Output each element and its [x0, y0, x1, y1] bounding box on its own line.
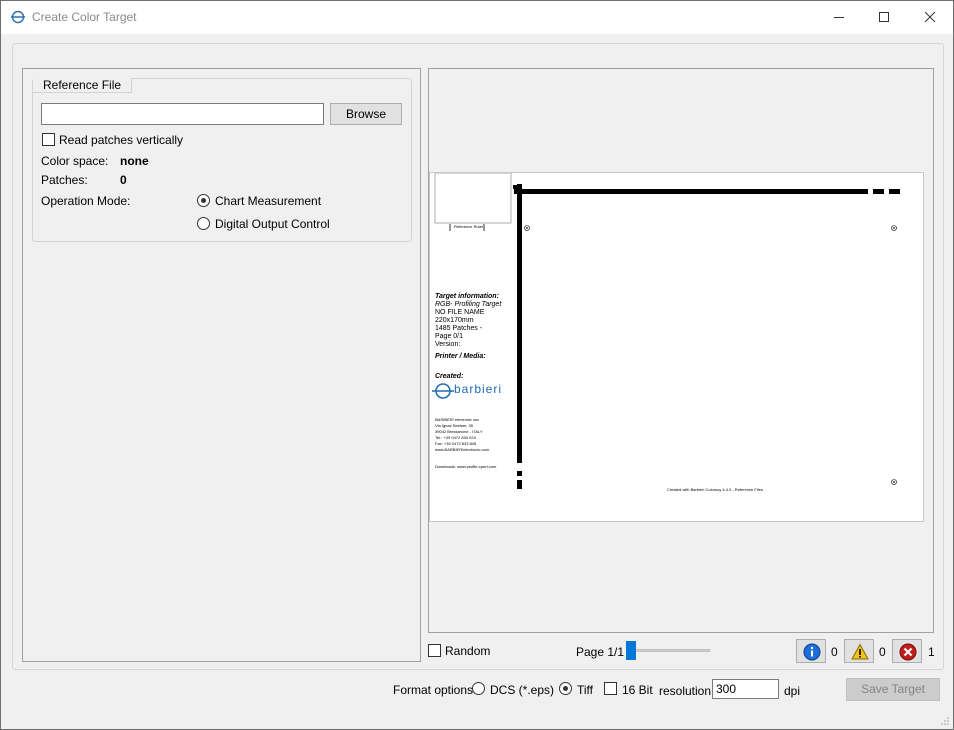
reference-swatch-box — [434, 173, 512, 224]
format-options-label: Format options — [393, 683, 474, 697]
registration-gap-1 — [516, 463, 522, 471]
target-line: 1485 Patches - — [435, 325, 483, 332]
target-info-heading: Target information: — [435, 293, 499, 300]
close-button[interactable] — [907, 1, 953, 34]
reference-ruler-label: Reference Ruler — [454, 224, 484, 229]
target-line: RGB- Profiling Target — [435, 301, 502, 308]
created-heading: Created: — [435, 373, 464, 380]
minimize-button[interactable] — [816, 1, 862, 34]
format-tiff-label[interactable]: Tiff — [577, 683, 593, 697]
registration-gap-2 — [516, 476, 522, 480]
barbieri-logo-text: barbieri — [454, 382, 503, 396]
info-icon — [803, 643, 821, 661]
downloads-line: Downloads: www.profile-xpert.com — [435, 464, 497, 469]
error-icon — [899, 643, 917, 661]
color-space-label: Color space: — [41, 154, 109, 168]
error-count: 1 — [928, 645, 935, 659]
bit16-checkbox[interactable] — [604, 682, 617, 695]
info-count: 0 — [831, 645, 838, 659]
target-page-preview: Reference Ruler Target information: RGB-… — [429, 172, 924, 522]
error-filter-button[interactable] — [892, 639, 922, 663]
warning-filter-button[interactable] — [844, 639, 874, 663]
footer-line: Created with Barbieri Colorsoy 4.4.0 - R… — [667, 487, 763, 492]
format-tiff-radio[interactable] — [559, 682, 572, 695]
close-icon — [924, 11, 936, 23]
read-vertically-checkbox[interactable] — [42, 133, 55, 146]
reference-file-path-input[interactable] — [41, 103, 324, 125]
chart-measurement-label[interactable]: Chart Measurement — [215, 194, 321, 208]
title-bar[interactable]: Create Color Target — [1, 1, 953, 34]
read-vertically-label[interactable]: Read patches vertically — [59, 133, 183, 147]
maximize-icon — [879, 12, 889, 22]
printer-media-heading: Printer / Media: — [435, 353, 486, 360]
browse-button[interactable]: Browse — [330, 103, 402, 125]
registration-dash-2 — [889, 189, 900, 194]
window-title: Create Color Target — [32, 10, 137, 24]
resize-grip-icon[interactable] — [940, 716, 950, 726]
patches-value: 0 — [120, 173, 127, 187]
resolution-label: resolution — [659, 684, 712, 698]
color-space-value: none — [120, 154, 149, 168]
registration-dash-1 — [873, 189, 884, 194]
page-slider-track[interactable] — [632, 649, 710, 652]
minimize-icon — [834, 17, 844, 18]
save-target-button[interactable]: Save Target — [846, 678, 940, 701]
vertical-registration-bar — [517, 184, 522, 489]
warning-count: 0 — [879, 645, 886, 659]
target-line: 220x170mm — [435, 317, 474, 324]
target-line: NO FILE NAME — [435, 309, 485, 316]
digital-output-control-label[interactable]: Digital Output Control — [215, 217, 330, 231]
random-checkbox[interactable] — [428, 644, 441, 657]
create-color-target-window: Create Color Target Reference File Brows… — [0, 0, 954, 730]
format-dcs-radio[interactable] — [472, 682, 485, 695]
maximize-button[interactable] — [861, 1, 907, 34]
target-line: Version: — [435, 341, 461, 348]
digital-output-control-radio[interactable] — [197, 217, 210, 230]
address-line: www.BARBIERIelectronic.com — [435, 447, 490, 452]
target-marks — [432, 173, 900, 489]
resolution-input[interactable] — [712, 679, 779, 699]
registration-corner-block — [513, 185, 517, 189]
app-icon — [11, 10, 25, 24]
page-label: Page 1/1 — [576, 645, 625, 659]
page-slider-thumb[interactable] — [626, 641, 636, 660]
chart-measurement-radio[interactable] — [197, 194, 210, 207]
dpi-label: dpi — [784, 684, 801, 698]
random-label[interactable]: Random — [445, 644, 490, 658]
operation-mode-label: Operation Mode: — [41, 194, 131, 208]
warning-icon — [851, 643, 869, 660]
target-line: Page 0/1 — [435, 333, 464, 340]
reference-file-group-label: Reference File — [33, 78, 133, 93]
horizontal-registration-bar — [514, 189, 868, 194]
patches-label: Patches: — [41, 173, 88, 187]
info-filter-button[interactable] — [796, 639, 826, 663]
bit16-label[interactable]: 16 Bit — [622, 683, 653, 697]
format-dcs-label[interactable]: DCS (*.eps) — [490, 683, 554, 697]
